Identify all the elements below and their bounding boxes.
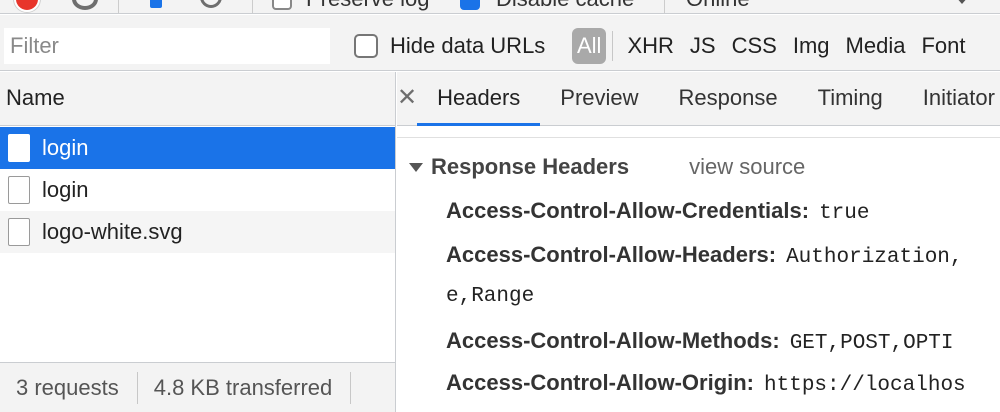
header-row: Access-Control-Allow-Origin: https://loca…	[446, 370, 966, 397]
type-filter-font[interactable]: Font	[913, 28, 973, 64]
document-icon	[8, 176, 30, 204]
view-source-link[interactable]: view source	[689, 154, 805, 180]
expand-triangle-icon[interactable]	[409, 162, 423, 172]
request-rows: login login logo-white.svg	[0, 127, 395, 253]
request-row[interactable]: login	[0, 127, 395, 169]
header-value: GET,POST,OPTI	[789, 332, 954, 355]
header-key: Access-Control-Allow-Origin:	[446, 370, 755, 395]
toolbar-divider	[664, 0, 665, 13]
tab-headers[interactable]: Headers	[417, 72, 541, 126]
section-title: Response Headers	[431, 154, 630, 179]
details-tabbar: ✕ Headers Preview Response Timing Initia…	[397, 72, 1000, 126]
type-filter-js[interactable]: JS	[682, 28, 724, 64]
type-filter-divider	[612, 31, 614, 61]
tab-timing[interactable]: Timing	[798, 72, 903, 125]
record-icon[interactable]	[14, 0, 40, 12]
name-column-header[interactable]: Name	[0, 72, 395, 126]
toolbar-divider	[118, 0, 119, 13]
section-divider	[397, 137, 1000, 138]
transferred-size: 4.8 KB transferred	[153, 374, 333, 400]
preserve-log-label: Preserve log	[306, 0, 430, 12]
header-value: true	[819, 202, 870, 225]
request-row[interactable]: login	[0, 169, 395, 211]
filter-bar: Hide data URLs All XHR JS CSS Img Media …	[0, 15, 1000, 71]
header-key: Access-Control-Allow-Methods:	[446, 328, 780, 353]
header-value-continuation: e,Range	[446, 285, 535, 308]
hide-data-urls-toggle[interactable]: Hide data URLs	[354, 33, 545, 59]
header-value: https://localhos	[764, 374, 966, 397]
network-toolbar: Preserve log Disable cache Online	[0, 0, 1000, 14]
header-row: Access-Control-Allow-Methods: GET,POST,OP…	[446, 328, 954, 355]
type-filter-media[interactable]: Media	[838, 28, 914, 64]
header-row: Access-Control-Allow-Credentials: true	[446, 198, 869, 225]
request-list-pane: Name login login logo-white.svg 3 reques…	[0, 72, 396, 412]
resource-type-filters: All XHR JS CSS Img Media Font	[572, 26, 973, 66]
filter-icon[interactable]	[150, 0, 162, 8]
document-icon	[8, 218, 30, 246]
status-divider	[350, 371, 352, 404]
toolbar-divider	[252, 0, 253, 13]
document-icon	[8, 134, 30, 162]
disable-cache-label: Disable cache	[496, 0, 634, 12]
request-name: login	[42, 177, 89, 202]
header-key: Access-Control-Allow-Credentials:	[446, 198, 810, 223]
throttling-dropdown-icon[interactable]	[955, 0, 969, 4]
header-value: Authorization,	[786, 246, 963, 269]
request-name: login	[42, 135, 89, 160]
type-filter-css[interactable]: CSS	[724, 28, 785, 64]
search-icon[interactable]	[200, 0, 222, 8]
tab-preview[interactable]: Preview	[540, 72, 658, 125]
type-filter-all[interactable]: All	[572, 28, 607, 64]
header-row: Access-Control-Allow-Headers: Authorizati…	[446, 242, 963, 269]
response-headers-toggle[interactable]: Response Headers view source	[397, 152, 1000, 182]
clear-icon[interactable]	[72, 0, 98, 10]
disable-cache-checkbox[interactable]	[460, 0, 480, 10]
response-headers-section: Response Headers view source Access-Cont…	[397, 152, 1000, 397]
throttling-select[interactable]: Online	[686, 0, 750, 12]
request-name: logo-white.svg	[42, 219, 183, 244]
status-bar: 3 requests 4.8 KB transferred	[0, 362, 395, 412]
request-count: 3 requests	[16, 374, 119, 400]
hide-data-urls-checkbox[interactable]	[354, 34, 378, 58]
close-icon[interactable]: ✕	[397, 72, 417, 125]
request-details-pane: ✕ Headers Preview Response Timing Initia…	[397, 72, 1000, 412]
type-filter-xhr[interactable]: XHR	[619, 28, 681, 64]
header-key: Access-Control-Allow-Headers:	[446, 242, 777, 267]
hide-data-urls-label: Hide data URLs	[390, 33, 546, 58]
preserve-log-checkbox[interactable]	[272, 0, 292, 10]
request-row[interactable]: logo-white.svg	[0, 211, 395, 253]
type-filter-img[interactable]: Img	[785, 28, 838, 64]
filter-input[interactable]	[4, 28, 330, 64]
tab-response[interactable]: Response	[659, 72, 798, 125]
tab-initiator[interactable]: Initiator	[903, 72, 1000, 125]
